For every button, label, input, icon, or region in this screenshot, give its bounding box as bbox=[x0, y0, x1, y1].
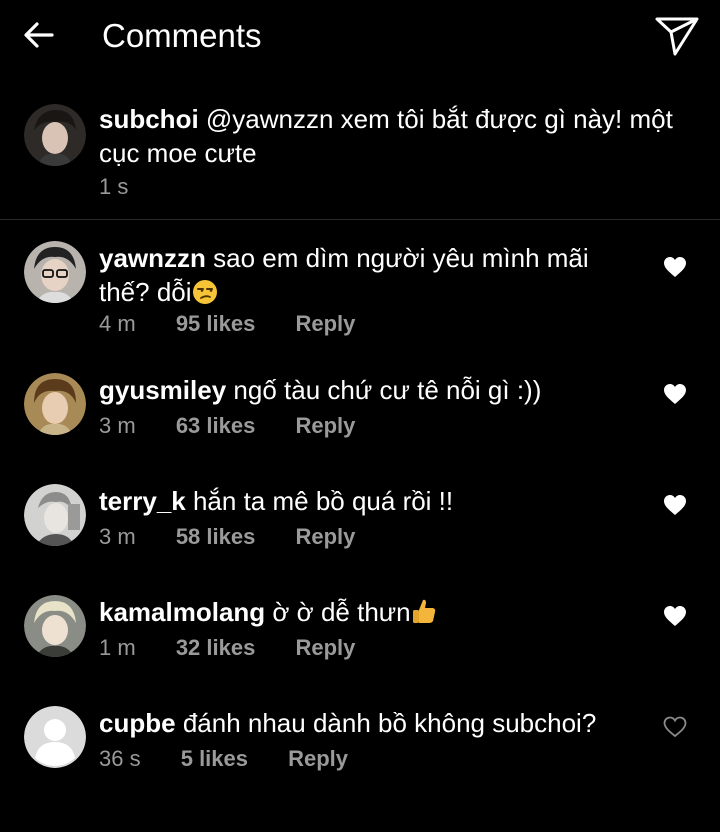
avatar[interactable] bbox=[24, 595, 86, 657]
comment-meta: 1 m 32 likes Reply bbox=[99, 635, 355, 661]
caption-text: subchoi @yawnzzn xem tôi bắt được gì này… bbox=[99, 102, 699, 170]
comment-meta: 3 m 58 likes Reply bbox=[99, 524, 355, 550]
heart-filled-icon[interactable] bbox=[662, 255, 688, 279]
likes-count[interactable]: 63 likes bbox=[176, 413, 256, 439]
comment-item: terry_k hắn ta mê bồ quá rồi !! 3 m 58 l… bbox=[0, 484, 720, 588]
comment-item: yawnzzn sao em dìm người yêu mình mãi th… bbox=[0, 241, 720, 345]
comment-time: 1 m bbox=[99, 635, 136, 660]
send-direct-icon[interactable] bbox=[654, 15, 700, 57]
heart-outline-icon[interactable] bbox=[662, 715, 688, 739]
comment-meta: 4 m 95 likes Reply bbox=[99, 311, 355, 337]
heart-filled-icon[interactable] bbox=[662, 604, 688, 628]
avatar[interactable] bbox=[24, 241, 86, 303]
comment-body: ờ ờ dễ thưn bbox=[272, 597, 411, 627]
reply-button[interactable]: Reply bbox=[295, 635, 355, 661]
reply-button[interactable]: Reply bbox=[288, 746, 348, 772]
avatar[interactable] bbox=[24, 706, 86, 768]
comment-text: terry_k hắn ta mê bồ quá rồi !! bbox=[99, 484, 639, 518]
comment-username[interactable]: terry_k bbox=[99, 486, 186, 516]
reply-button[interactable]: Reply bbox=[295, 311, 355, 337]
comment-username[interactable]: cupbe bbox=[99, 708, 176, 738]
reply-button[interactable]: Reply bbox=[295, 413, 355, 439]
comment-body: đánh nhau dành bồ không subchoi? bbox=[182, 708, 597, 738]
comment-text: kamalmolang ờ ờ dễ thưn bbox=[99, 595, 639, 629]
avatar[interactable] bbox=[24, 104, 86, 166]
comment-text: cupbe đánh nhau dành bồ không subchoi? bbox=[99, 706, 639, 740]
back-arrow-icon[interactable] bbox=[22, 18, 56, 52]
caption-time: 1 s bbox=[99, 174, 129, 199]
likes-count[interactable]: 5 likes bbox=[181, 746, 248, 772]
reply-button[interactable]: Reply bbox=[295, 524, 355, 550]
page-title: Comments bbox=[102, 17, 262, 54]
comment-body: hắn ta mê bồ quá rồi !! bbox=[192, 486, 454, 516]
header-bar: Comments bbox=[0, 0, 720, 72]
comment-item: kamalmolang ờ ờ dễ thưn 1 m 32 likes Rep… bbox=[0, 595, 720, 699]
comment-meta: 36 s 5 likes Reply bbox=[99, 746, 348, 772]
likes-count[interactable]: 32 likes bbox=[176, 635, 256, 661]
comment-time: 4 m bbox=[99, 311, 136, 336]
heart-filled-icon[interactable] bbox=[662, 382, 688, 406]
likes-count[interactable]: 58 likes bbox=[176, 524, 256, 550]
comment-username[interactable]: yawnzzn bbox=[99, 243, 206, 273]
thumbs-up-icon bbox=[412, 599, 435, 623]
likes-count[interactable]: 95 likes bbox=[176, 311, 256, 337]
avatar[interactable] bbox=[24, 484, 86, 546]
comment-time: 36 s bbox=[99, 746, 141, 771]
comment-text: yawnzzn sao em dìm người yêu mình mãi th… bbox=[99, 241, 639, 309]
comment-text: gyusmiley ngố tàu chứ cư tê nỗi gì :)) bbox=[99, 373, 639, 407]
comment-meta: 3 m 63 likes Reply bbox=[99, 413, 355, 439]
comment-username[interactable]: kamalmolang bbox=[99, 597, 265, 627]
unamused-face-icon bbox=[192, 280, 217, 304]
comment-item: gyusmiley ngố tàu chứ cư tê nỗi gì :)) 3… bbox=[0, 373, 720, 477]
post-caption: subchoi @yawnzzn xem tôi bắt được gì này… bbox=[0, 96, 720, 220]
heart-filled-icon[interactable] bbox=[662, 493, 688, 517]
comment-item: cupbe đánh nhau dành bồ không subchoi? 3… bbox=[0, 706, 720, 810]
avatar[interactable] bbox=[24, 373, 86, 435]
comment-username[interactable]: gyusmiley bbox=[99, 375, 226, 405]
comment-time: 3 m bbox=[99, 413, 136, 438]
comment-time: 3 m bbox=[99, 524, 136, 549]
comment-body: ngố tàu chứ cư tê nỗi gì :)) bbox=[233, 375, 542, 405]
caption-username[interactable]: subchoi bbox=[99, 104, 199, 134]
